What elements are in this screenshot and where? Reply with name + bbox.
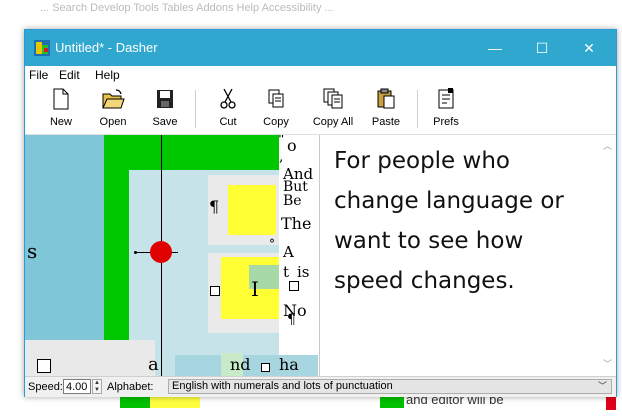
chevron-down-icon: ﹀ bbox=[597, 381, 607, 391]
status-bar: Speed: ▲▼ Alphabet: English with numeral… bbox=[25, 376, 616, 397]
scroll-up-arrow-icon[interactable]: ︿ bbox=[603, 139, 612, 152]
prefs-label: Prefs bbox=[433, 116, 459, 128]
save-disk-icon bbox=[157, 90, 173, 108]
open-label: Open bbox=[99, 116, 127, 128]
new-document-icon bbox=[53, 88, 69, 110]
glyph-Be: Be bbox=[283, 193, 302, 209]
glyph-I: I bbox=[251, 277, 259, 301]
copy-all-label: Copy All bbox=[312, 116, 354, 128]
menu-file[interactable]: File bbox=[29, 68, 48, 82]
speed-spinner[interactable]: ▲ ▼ bbox=[92, 379, 102, 394]
menu-edit[interactable]: Edit bbox=[59, 68, 80, 82]
paste-clipboard-icon bbox=[377, 88, 395, 109]
menu-help[interactable]: Help bbox=[95, 68, 120, 82]
copy-icon bbox=[268, 89, 284, 108]
glyph-s: s bbox=[27, 239, 38, 263]
paste-label: Paste bbox=[371, 116, 401, 128]
dasher-pointer-red-dot bbox=[150, 241, 172, 263]
glyph-quote: " bbox=[278, 135, 285, 148]
glyph-ha: ha bbox=[279, 355, 299, 374]
scissors-icon bbox=[220, 88, 236, 109]
dasher-app-icon bbox=[34, 40, 50, 56]
title-bar[interactable]: Untitled* - Dasher — ☐ ✕ bbox=[25, 30, 616, 66]
dasher-pointer-trail-dot bbox=[134, 251, 137, 254]
preferences-icon bbox=[438, 88, 454, 109]
alphabet-select[interactable]: English with numerals and lots of punctu… bbox=[168, 379, 612, 394]
scroll-down-arrow-icon[interactable]: ﹀ bbox=[603, 357, 612, 370]
cut-label: Cut bbox=[219, 116, 237, 128]
glyph-o: o bbox=[287, 136, 297, 155]
dasher-canvas[interactable]: ¶ s I a nd ha o And But Be The A t is No… bbox=[25, 135, 318, 376]
glyph-box-small bbox=[210, 286, 220, 296]
save-button[interactable]: Save bbox=[149, 86, 181, 132]
close-button[interactable]: ✕ bbox=[569, 34, 609, 62]
glyph-box-small-2 bbox=[289, 281, 299, 291]
glyph-A: A bbox=[283, 243, 294, 261]
glyph-degree: ° bbox=[269, 237, 275, 251]
speed-input[interactable] bbox=[63, 379, 91, 394]
background-menu-text: ... Search Develop Tools Tables Addons H… bbox=[40, 2, 334, 14]
glyph-comma: , bbox=[279, 149, 284, 165]
copy-all-button[interactable]: Copy All bbox=[309, 86, 357, 132]
speed-label: Speed: bbox=[28, 381, 63, 393]
glyph-The: The bbox=[281, 214, 312, 233]
new-label: New bbox=[49, 116, 72, 128]
open-folder-icon bbox=[102, 89, 125, 109]
paste-button[interactable]: Paste bbox=[369, 86, 403, 132]
alphabet-label: Alphabet: bbox=[107, 381, 154, 393]
copy-label: Copy bbox=[263, 116, 289, 128]
glyph-is: is bbox=[297, 263, 310, 281]
editor-pane[interactable]: For people who change language or want t… bbox=[319, 135, 616, 376]
minimize-button[interactable]: — bbox=[475, 34, 515, 62]
editor-text[interactable]: For people who change language or want t… bbox=[334, 141, 584, 301]
new-button[interactable]: New bbox=[45, 86, 77, 132]
glyph-nd: nd bbox=[230, 355, 251, 374]
open-button[interactable]: Open bbox=[95, 86, 131, 132]
glyph-box-small-3 bbox=[261, 363, 270, 372]
window-title: Untitled* - Dasher bbox=[55, 40, 158, 55]
glyph-t: t bbox=[283, 263, 290, 281]
background-app-top: ... Search Develop Tools Tables Addons H… bbox=[0, 0, 622, 22]
toolbar-separator-2 bbox=[417, 90, 418, 128]
copy-button[interactable]: Copy bbox=[259, 86, 293, 132]
dasher-window: Untitled* - Dasher — ☐ ✕ File Edit Help … bbox=[24, 29, 617, 397]
glyph-box bbox=[37, 359, 51, 373]
prefs-button[interactable]: Prefs bbox=[429, 86, 463, 132]
copy-all-icon bbox=[323, 88, 343, 109]
cut-button[interactable]: Cut bbox=[213, 86, 243, 132]
save-label: Save bbox=[152, 116, 178, 128]
toolbar: New Open Save Cut Copy Copy All Paste Pr… bbox=[25, 84, 616, 135]
canvas-yellow-box bbox=[228, 185, 276, 235]
vertical-scrollbar[interactable]: ︿ ﹀ bbox=[599, 135, 616, 376]
maximize-button[interactable]: ☐ bbox=[522, 34, 562, 62]
menu-bar: File Edit Help bbox=[25, 66, 616, 84]
glyph-pilcrow-2: ¶ bbox=[287, 312, 296, 328]
alphabet-selected-value: English with numerals and lots of punctu… bbox=[172, 380, 393, 392]
toolbar-separator bbox=[195, 90, 196, 128]
glyph-pilcrow: ¶ bbox=[209, 197, 220, 216]
glyph-a: a bbox=[148, 354, 159, 375]
